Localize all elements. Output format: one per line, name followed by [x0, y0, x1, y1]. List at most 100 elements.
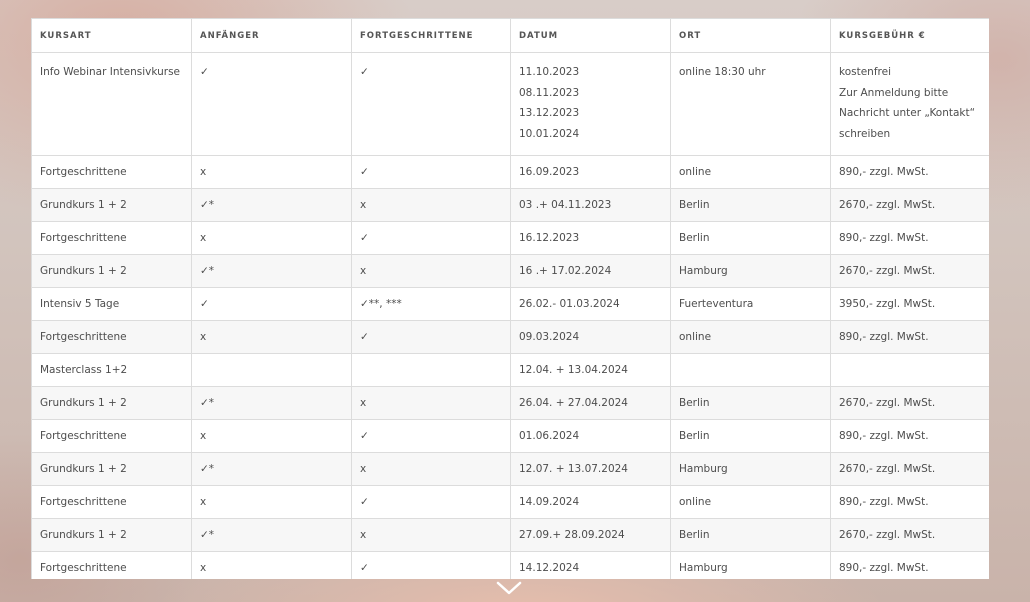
cell-kursart: Intensiv 5 Tage: [31, 287, 192, 321]
header-ort: ORT: [670, 18, 831, 53]
table-row: Fortgeschrittene x ✓ 16.12.2023 Berlin 890,- …: [31, 221, 989, 255]
cell-datum: 16.12.2023: [510, 221, 671, 255]
cell-kursart: Fortgeschrittene: [31, 419, 192, 453]
cell-kursart: Grundkurs 1 + 2: [31, 518, 192, 552]
cell-ort: Fuerteventura: [670, 287, 831, 321]
cell-anfaenger: ✓: [191, 287, 352, 321]
cell-anfaenger: ✓*: [191, 254, 352, 288]
table-row: Grundkurs 1 + 2 ✓* x 27.09.+ 28.09.2024 Berl…: [31, 518, 989, 552]
cell-fortgeschrittene: x: [351, 188, 511, 222]
cell-anfaenger: x: [191, 485, 352, 519]
cell-datum: 14.09.2024: [510, 485, 671, 519]
cell-fortgeschrittene: x: [351, 452, 511, 486]
cell-kursart: Fortgeschrittene: [31, 155, 192, 189]
cell-kursart: Masterclass 1+2: [31, 353, 192, 387]
course-schedule-table: KURSART ANFÄNGER FORTGESCHRITTENE DATUM …: [31, 18, 989, 579]
chevron-down-icon[interactable]: [496, 580, 522, 596]
table-row: Intensiv 5 Tage ✓ ✓**, *** 26.02.- 01.03.20…: [31, 287, 989, 321]
cell-kursgebuehr: 2670,- zzgl. MwSt.: [830, 452, 989, 486]
cell-kursgebuehr: kostenfrei Zur Anmeldung bitte Nachricht…: [830, 52, 989, 156]
course-table-container: KURSART ANFÄNGER FORTGESCHRITTENE DATUM …: [31, 18, 989, 579]
table-row: Masterclass 1+2 12.04. + 13.04.2024: [31, 353, 989, 387]
cell-datum: 26.02.- 01.03.2024: [510, 287, 671, 321]
table-row: Grundkurs 1 + 2 ✓* x 16 .+ 17.02.2024 Hambur…: [31, 254, 989, 288]
cell-fortgeschrittene: x: [351, 386, 511, 420]
cell-ort: online: [670, 485, 831, 519]
cell-kursgebuehr: [830, 353, 989, 387]
cell-ort: Berlin: [670, 419, 831, 453]
header-kursart: KURSART: [31, 18, 192, 53]
cell-ort: Hamburg: [670, 254, 831, 288]
date-line: 13.12.2023: [519, 107, 580, 119]
cell-fortgeschrittene: x: [351, 254, 511, 288]
cell-anfaenger: x: [191, 221, 352, 255]
cell-datum: 16 .+ 17.02.2024: [510, 254, 671, 288]
cell-datum: 26.04. + 27.04.2024: [510, 386, 671, 420]
date-line: 10.01.2024: [519, 127, 580, 140]
header-fortgeschrittene: FORTGESCHRITTENE: [351, 18, 511, 53]
cell-kursgebuehr: 2670,- zzgl. MwSt.: [830, 386, 989, 420]
table-row: Fortgeschrittene x ✓ 01.06.2024 Berlin 890,- …: [31, 419, 989, 453]
cell-anfaenger: ✓*: [191, 518, 352, 552]
cell-kursgebuehr: 890,- zzgl. MwSt.: [830, 551, 989, 579]
cell-kursart: Fortgeschrittene: [31, 485, 192, 519]
header-anfaenger: ANFÄNGER: [191, 18, 352, 53]
date-line: 11.10.2023: [519, 66, 580, 78]
fee-line: Nachricht unter „Kontakt“: [839, 107, 976, 119]
cell-kursart: Grundkurs 1 + 2: [31, 386, 192, 420]
cell-datum: 27.09.+ 28.09.2024: [510, 518, 671, 552]
cell-kursgebuehr: 2670,- zzgl. MwSt.: [830, 518, 989, 552]
cell-ort: Berlin: [670, 518, 831, 552]
cell-fortgeschrittene: x: [351, 518, 511, 552]
cell-kursgebuehr: 890,- zzgl. MwSt.: [830, 485, 989, 519]
cell-ort: Berlin: [670, 386, 831, 420]
cell-fortgeschrittene: ✓: [351, 52, 511, 156]
cell-kursart: Fortgeschrittene: [31, 320, 192, 354]
cell-ort: Hamburg: [670, 551, 831, 579]
cell-fortgeschrittene: ✓**, ***: [351, 287, 511, 321]
cell-datum: 09.03.2024: [510, 320, 671, 354]
table-header-row: KURSART ANFÄNGER FORTGESCHRITTENE DATUM …: [31, 18, 989, 53]
cell-ort: Hamburg: [670, 452, 831, 486]
table-row: Fortgeschrittene x ✓ 16.09.2023 online 890,- …: [31, 155, 989, 189]
fee-line: kostenfrei: [839, 66, 891, 78]
table-row: Grundkurs 1 + 2 ✓* x 03 .+ 04.11.2023 Berlin…: [31, 188, 989, 222]
table-row: Fortgeschrittene x ✓ 14.09.2024 online 890,- …: [31, 485, 989, 519]
table-row: Info Webinar Intensivkurse ✓ ✓ 11.10.202…: [31, 52, 989, 156]
cell-anfaenger: [191, 353, 352, 387]
fee-line: schreiben: [839, 127, 891, 140]
cell-fortgeschrittene: ✓: [351, 419, 511, 453]
cell-kursart: Fortgeschrittene: [31, 551, 192, 579]
table-row: Grundkurs 1 + 2 ✓* x 26.04. + 27.04.2024 Ber…: [31, 386, 989, 420]
cell-anfaenger: ✓*: [191, 386, 352, 420]
cell-kursgebuehr: 890,- zzgl. MwSt.: [830, 155, 989, 189]
table-row: Fortgeschrittene x ✓ 09.03.2024 online 890,- …: [31, 320, 989, 354]
cell-fortgeschrittene: ✓: [351, 485, 511, 519]
cell-datum: 12.07. + 13.07.2024: [510, 452, 671, 486]
cell-kursart: Grundkurs 1 + 2: [31, 188, 192, 222]
cell-anfaenger: ✓*: [191, 452, 352, 486]
cell-anfaenger: ✓: [191, 52, 352, 156]
cell-datum: 11.10.2023 08.11.2023 13.12.2023 10.01.2…: [510, 52, 671, 156]
cell-datum: 12.04. + 13.04.2024: [510, 353, 671, 387]
cell-kursart: Grundkurs 1 + 2: [31, 254, 192, 288]
cell-datum: 03 .+ 04.11.2023: [510, 188, 671, 222]
cell-kursgebuehr: 890,- zzgl. MwSt.: [830, 221, 989, 255]
cell-anfaenger: x: [191, 320, 352, 354]
cell-datum: 16.09.2023: [510, 155, 671, 189]
cell-datum: 14.12.2024: [510, 551, 671, 579]
cell-datum: 01.06.2024: [510, 419, 671, 453]
cell-fortgeschrittene: ✓: [351, 320, 511, 354]
cell-anfaenger: x: [191, 551, 352, 579]
cell-kursgebuehr: 890,- zzgl. MwSt.: [830, 320, 989, 354]
cell-fortgeschrittene: ✓: [351, 551, 511, 579]
cell-kursgebuehr: 3950,- zzgl. MwSt.: [830, 287, 989, 321]
cell-kursgebuehr: 890,- zzgl. MwSt.: [830, 419, 989, 453]
table-row: Grundkurs 1 + 2 ✓* x 12.07. + 13.07.2024 Ham…: [31, 452, 989, 486]
cell-fortgeschrittene: [351, 353, 511, 387]
cell-anfaenger: ✓*: [191, 188, 352, 222]
cell-kursgebuehr: 2670,- zzgl. MwSt.: [830, 188, 989, 222]
cell-fortgeschrittene: ✓: [351, 221, 511, 255]
cell-ort: Berlin: [670, 188, 831, 222]
cell-anfaenger: x: [191, 419, 352, 453]
